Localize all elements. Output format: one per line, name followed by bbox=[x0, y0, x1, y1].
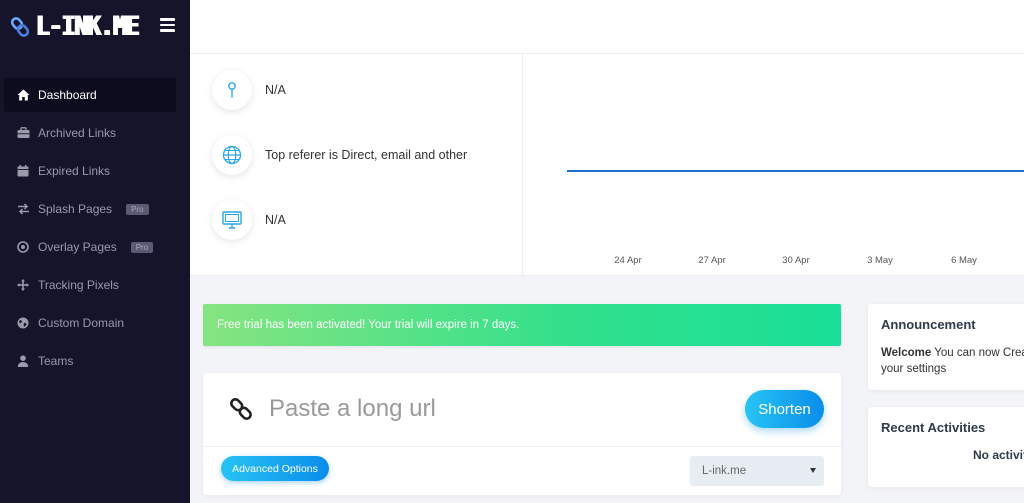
domain-select-value: L-ink.me bbox=[702, 465, 747, 477]
sidebar-item-label: Teams bbox=[38, 354, 74, 368]
sidebar-item-label: Expired Links bbox=[38, 164, 111, 178]
sidebar-item-label: Splash Pages bbox=[38, 202, 113, 216]
menu-toggle-icon[interactable] bbox=[160, 18, 175, 32]
brand-name: L-INK.ME bbox=[36, 12, 140, 42]
divider bbox=[203, 446, 841, 447]
sidebar-item-label: Archived Links bbox=[38, 126, 117, 140]
stats-panel: N/A Top referer is Direct, email and oth… bbox=[190, 54, 1024, 276]
x-tick-label: 6 May bbox=[951, 255, 977, 266]
user-icon bbox=[16, 354, 30, 368]
globe-icon bbox=[212, 135, 252, 175]
clicks-chart-svg: 24 Apr 27 Apr 30 Apr 3 May 6 May bbox=[567, 170, 1024, 266]
stats-summary: N/A Top referer is Direct, email and oth… bbox=[190, 54, 523, 276]
chevron-down-icon bbox=[810, 468, 816, 473]
recent-activities-card: Recent Activities No activit bbox=[868, 407, 1024, 487]
announcement-welcome: Welcome bbox=[881, 347, 932, 359]
clicks-chart: 24 Apr 27 Apr 30 Apr 3 May 6 May bbox=[524, 54, 1024, 276]
map-pin-icon bbox=[212, 70, 252, 110]
link-icon bbox=[229, 396, 253, 422]
sidebar-item-expired-links[interactable]: Expired Links bbox=[4, 154, 176, 188]
sidebar-item-overlay-pages[interactable]: Overlay Pages Pro bbox=[4, 230, 176, 264]
trial-alert: Free trial has been activated! Your tria… bbox=[203, 304, 841, 346]
monitor-icon bbox=[212, 200, 252, 240]
stat-referer: Top referer is Direct, email and other bbox=[212, 135, 467, 175]
x-tick-label: 3 May bbox=[867, 255, 893, 266]
announcement-text-2: your settings bbox=[881, 363, 947, 375]
pro-badge: Pro bbox=[126, 203, 149, 215]
recent-activities-title: Recent Activities bbox=[881, 420, 986, 435]
stat-location: N/A bbox=[212, 70, 286, 110]
target-icon bbox=[16, 240, 30, 254]
sidebar-item-label: Overlay Pages bbox=[38, 240, 117, 254]
sidebar-item-archived-links[interactable]: Archived Links bbox=[4, 116, 176, 150]
stat-device: N/A bbox=[212, 200, 286, 240]
advanced-options-button[interactable]: Advanced Options bbox=[221, 456, 329, 481]
swap-arrows-icon bbox=[16, 202, 30, 216]
x-tick-label: 24 Apr bbox=[614, 255, 641, 266]
top-header bbox=[190, 0, 1024, 54]
sidebar-item-label: Custom Domain bbox=[38, 316, 125, 330]
home-icon bbox=[16, 88, 30, 102]
announcement-title: Announcement bbox=[881, 317, 976, 332]
domain-select[interactable]: L-ink.me bbox=[690, 456, 824, 486]
announcement-card: Announcement Welcome You can now Crea yo… bbox=[868, 304, 1024, 390]
announcement-body: Welcome You can now Crea your settings bbox=[881, 345, 1024, 377]
shorten-button[interactable]: Shorten bbox=[745, 390, 824, 428]
sidebar-item-teams[interactable]: Teams bbox=[4, 344, 176, 378]
sidebar-item-splash-pages[interactable]: Splash Pages Pro bbox=[4, 192, 176, 226]
recent-activities-empty: No activit bbox=[973, 448, 1024, 462]
trial-alert-text: Free trial has been activated! Your tria… bbox=[217, 319, 520, 331]
sidebar: L-INK.ME Dashboard Archived Links Expire… bbox=[0, 0, 190, 503]
stat-device-value: N/A bbox=[265, 213, 286, 227]
sidebar-item-custom-domain[interactable]: Custom Domain bbox=[4, 306, 176, 340]
calendar-icon bbox=[16, 164, 30, 178]
globe-icon bbox=[16, 316, 30, 330]
announcement-text: You can now Crea bbox=[931, 347, 1024, 359]
sidebar-item-label: Tracking Pixels bbox=[38, 278, 119, 292]
sidebar-item-label: Dashboard bbox=[38, 88, 97, 102]
sidebar-item-dashboard[interactable]: Dashboard bbox=[4, 78, 176, 112]
x-tick-label: 30 Apr bbox=[782, 255, 809, 266]
chain-link-logo-icon bbox=[10, 16, 30, 38]
long-url-input[interactable] bbox=[269, 390, 709, 428]
sidebar-nav: Dashboard Archived Links Expired Links S… bbox=[0, 78, 190, 378]
move-arrows-icon bbox=[16, 278, 30, 292]
stat-location-value: N/A bbox=[265, 83, 286, 97]
briefcase-icon bbox=[16, 126, 30, 140]
x-tick-label: 27 Apr bbox=[698, 255, 725, 266]
stat-referer-value: Top referer is Direct, email and other bbox=[265, 148, 468, 162]
pro-badge: Pro bbox=[130, 241, 154, 253]
sidebar-item-tracking-pixels[interactable]: Tracking Pixels bbox=[4, 268, 176, 302]
shortener-card: Shorten Advanced Options L-ink.me bbox=[203, 373, 841, 495]
